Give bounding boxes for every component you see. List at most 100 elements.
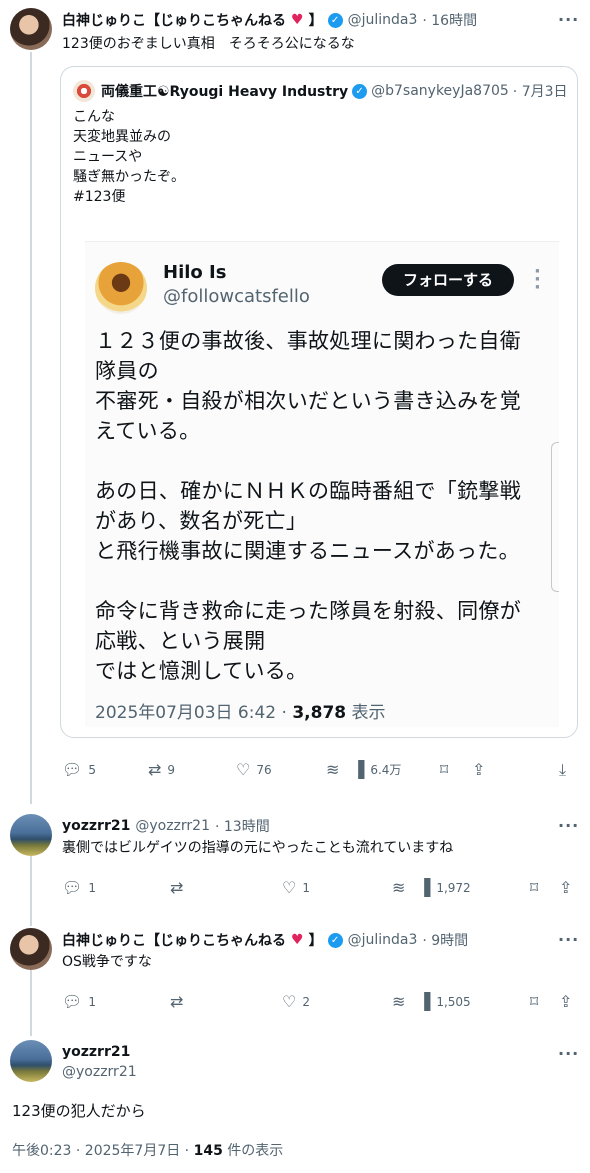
display-name[interactable]: yozzrr21 — [62, 818, 130, 834]
display-name[interactable]: 白神じゅりこ【じゅりこちゃんねる — [62, 10, 286, 30]
share-icon: ⇪ — [559, 878, 573, 897]
main-tweet-meta: 午後0:23 · 2025年7月7日 · 145 件の表示 — [12, 1140, 283, 1160]
bookmark-icon: ⌑ — [530, 992, 539, 1011]
thread-line — [30, 856, 32, 926]
retweet-icon: ⇄ — [148, 760, 162, 779]
tweet-header: 白神じゅりこ【じゅりこちゃんねる ♥】 ✓ @julinda3 · 16時間 — [62, 10, 477, 30]
embedded-screenshot: Hilo Is @followcatsfello フォローする · · · １２３便… — [85, 241, 559, 727]
tweet-header: 白神じゅりこ【じゅりこちゃんねる ♥】 ✓ @julinda3 · 9時間 — [62, 930, 468, 950]
follow-button: フォローする — [382, 264, 514, 296]
tweet-text: 裏側ではビルゲイツの指導の元にやったことも流れていますね — [62, 840, 454, 856]
bookmark-button[interactable]: ⌑ — [440, 760, 448, 779]
grok-button[interactable]: ≋ — [392, 878, 405, 897]
avatar — [73, 80, 95, 102]
more-icon[interactable]: ··· — [558, 816, 579, 835]
display-name: 両儀重工☯Ryougi Heavy Industry — [101, 84, 349, 100]
post-time[interactable]: 午後0:23 · 2025年7月7日 · — [12, 1143, 194, 1159]
embed-date-text: 2025年07月03日 6:42 · — [95, 703, 293, 723]
avatar[interactable] — [10, 1040, 52, 1082]
quote-text: こんな 天変地異並みの ニュースや 騒ぎ無かったぞ。 #123便 — [73, 109, 185, 205]
like-count: 76 — [256, 762, 272, 777]
avatar — [95, 262, 147, 314]
reply-button[interactable]: 💬︎ 1 — [62, 878, 96, 897]
avatar[interactable] — [10, 814, 52, 856]
embed-views: 3,878 — [292, 703, 347, 723]
handle: @b7sanykeyJa8705 — [371, 83, 509, 99]
share-button[interactable]: ⇪ — [559, 878, 572, 897]
share-icon: ⇪ — [472, 760, 486, 779]
views-bar-icon: ▐ — [418, 878, 431, 897]
display-name-tail: 】 — [308, 933, 323, 949]
verified-badge-icon: ✓ — [327, 12, 343, 28]
tweet-text: 123便のおぞましい真相 そろそろ公になるな — [62, 36, 355, 52]
reply-count: 1 — [88, 994, 96, 1009]
reply-button[interactable]: 💬︎ 5 — [62, 760, 96, 779]
embed-views-label: 表示 — [346, 703, 386, 723]
quote-card[interactable]: 両儀重工☯Ryougi Heavy Industry ✓ @b7sanykeyJ… — [60, 66, 578, 738]
display-name[interactable]: yozzrr21 — [62, 1044, 130, 1060]
tweet-text: OS戦争ですな — [62, 954, 152, 970]
bookmark-icon: ⌑ — [530, 878, 539, 897]
bookmark-icon: ⌑ — [440, 760, 449, 779]
retweet-button[interactable]: ⇄ — [170, 878, 183, 897]
handle[interactable]: @yozzrr21 — [135, 818, 210, 834]
bookmark-button[interactable]: ⌑ — [530, 878, 538, 897]
reply-count: 5 — [88, 762, 96, 777]
avatar[interactable] — [10, 928, 52, 970]
display-name-tail: 】 — [308, 13, 323, 29]
download-icon: ⤓ — [559, 760, 567, 779]
views-bar-icon: ▐ — [352, 760, 365, 779]
grok-button[interactable]: ≋ — [326, 760, 339, 779]
reply-button[interactable]: 💬︎ 1 — [62, 992, 96, 1011]
grok-button[interactable]: ≋ — [392, 992, 405, 1011]
share-button[interactable]: ⇪ — [559, 992, 572, 1011]
like-count: 2 — [302, 994, 310, 1009]
tweet-header: yozzrr21 @yozzrr21 · 13時間 — [62, 816, 270, 836]
retweet-button[interactable]: ⇄ 9 — [148, 760, 175, 779]
retweet-icon: ⇄ — [170, 878, 184, 897]
views-count: 1,505 — [436, 994, 471, 1009]
handle[interactable]: @julinda3 — [348, 932, 418, 948]
grok-icon: ≋ — [326, 760, 340, 779]
embed-handle: @followcatsfello — [163, 286, 310, 307]
views-button[interactable]: ▐ 1,972 — [418, 878, 471, 897]
retweet-icon: ⇄ — [170, 992, 184, 1011]
heart-icon: ♡ — [282, 992, 297, 1011]
retweet-count: 9 — [167, 762, 176, 777]
more-icon[interactable]: ··· — [558, 1044, 579, 1063]
view-count: 145 — [193, 1143, 223, 1159]
more-vertical-icon: · · · — [534, 261, 541, 298]
reply-icon: 💬︎ — [62, 992, 83, 1011]
handle[interactable]: @julinda3 — [348, 12, 418, 28]
display-name[interactable]: 白神じゅりこ【じゅりこちゃんねる — [62, 930, 286, 950]
bookmark-button[interactable]: ⌑ — [530, 992, 538, 1011]
embed-scrollbar — [551, 442, 559, 592]
main-tweet-text: 123便の犯人だから — [12, 1102, 146, 1120]
embed-text: １２３便の事故後、事故処理に関わった自衛 隊員の 不審死・自殺が相次いだという書… — [95, 329, 521, 683]
timestamp[interactable]: · 16時間 — [422, 10, 477, 30]
like-button[interactable]: ♡ 76 — [236, 760, 272, 779]
views-button[interactable]: ▐ 6.4万 — [352, 760, 401, 779]
views-button[interactable]: ▐ 1,505 — [418, 992, 471, 1011]
grok-icon: ≋ — [392, 992, 406, 1011]
retweet-button[interactable]: ⇄ — [170, 992, 183, 1011]
grok-icon: ≋ — [392, 878, 406, 897]
embed-name: Hilo Is — [163, 262, 227, 283]
reply-count: 1 — [88, 880, 96, 895]
like-button[interactable]: ♡ 1 — [282, 878, 310, 897]
download-button[interactable]: ⤓ — [559, 760, 566, 780]
like-button[interactable]: ♡ 2 — [282, 992, 310, 1011]
share-icon: ⇪ — [559, 992, 573, 1011]
share-button[interactable]: ⇪ — [472, 760, 485, 779]
heart-emoji-icon: ♥ — [291, 12, 304, 28]
thread-line — [30, 970, 32, 1036]
timestamp[interactable]: · 9時間 — [422, 930, 468, 950]
handle[interactable]: @yozzrr21 — [62, 1064, 137, 1080]
views-bar-icon: ▐ — [418, 992, 431, 1011]
more-icon[interactable]: ··· — [558, 10, 579, 29]
avatar[interactable] — [10, 8, 52, 50]
thread-line — [30, 52, 32, 804]
more-icon[interactable]: ··· — [558, 930, 579, 949]
timestamp: · 7月3日 — [512, 84, 568, 100]
timestamp[interactable]: · 13時間 — [215, 816, 270, 836]
